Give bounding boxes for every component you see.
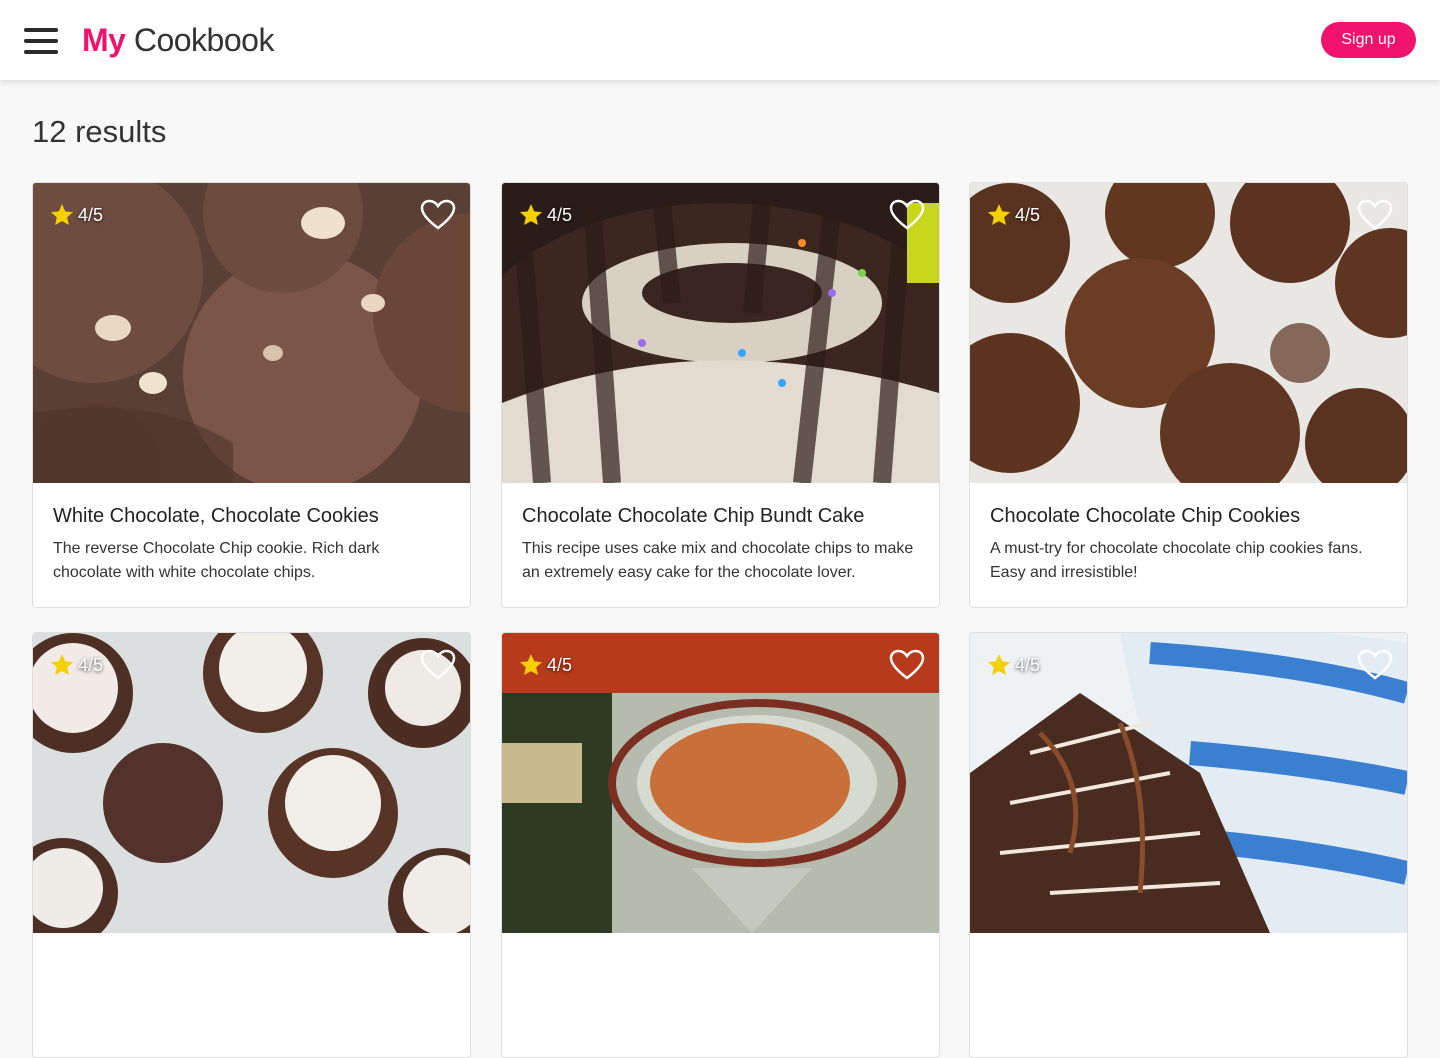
recipe-image: 4/5 [33,633,470,933]
sign-up-button[interactable]: Sign up [1321,22,1416,58]
recipe-image: 4/5 [970,183,1407,483]
hamburger-menu-icon[interactable] [24,28,58,54]
recipe-image: 4/5 [502,633,939,933]
star-icon [519,204,543,225]
recipe-description: This recipe uses cake mix and chocolate … [522,540,914,581]
rating-value: 4/5 [1015,204,1041,225]
top-bar: My Cookbook Sign up [0,0,1440,80]
heart-outline-icon[interactable] [420,649,456,681]
recipe-card[interactable]: 4/5 Chocolate Chocolate Chip Cookies A m… [969,182,1408,608]
recipe-image: 4/5 [970,633,1407,933]
rating-value: 4/5 [547,204,573,225]
recipe-card[interactable]: 4/5 Chocolate Chocolate Chip Bundt Cake … [501,182,940,608]
star-icon [519,654,543,675]
heart-outline-icon[interactable] [1357,649,1393,681]
star-icon [987,654,1011,675]
recipe-title[interactable]: Chocolate Chocolate Chip Cookies [990,503,1387,529]
recipe-description: A must-try for chocolate chocolate chip … [990,540,1363,581]
recipe-image: 4/5 [33,183,470,483]
rating-badge: 4/5 [49,201,103,229]
recipe-card[interactable]: 4/5 [32,632,471,1058]
rating-badge: 4/5 [986,651,1040,679]
recipe-title[interactable]: Chocolate Chocolate Chip Bundt Cake [522,503,919,529]
results-count: 12 results [32,114,167,149]
recipe-card[interactable]: 4/5 White Chocolate, Chocolate Cookies T… [32,182,471,608]
rating-value: 4/5 [1015,654,1041,675]
star-icon [50,204,74,225]
heart-outline-icon[interactable] [420,199,456,231]
recipe-description: The reverse Chocolate Chip cookie. Rich … [53,540,380,581]
rating-value: 4/5 [78,204,104,225]
heart-outline-icon[interactable] [1357,199,1393,231]
rating-value: 4/5 [547,654,573,675]
star-icon [987,204,1011,225]
recipe-title[interactable]: White Chocolate, Chocolate Cookies [53,503,450,529]
rating-badge: 4/5 [49,651,103,679]
heart-outline-icon[interactable] [889,649,925,681]
rating-value: 4/5 [78,654,104,675]
recipe-card[interactable]: 4/5 [501,632,940,1058]
recipe-card[interactable]: 4/5 [969,632,1408,1058]
rating-badge: 4/5 [518,201,572,229]
brand-logo[interactable]: My Cookbook [82,20,274,60]
rating-badge: 4/5 [986,201,1040,229]
rating-badge: 4/5 [518,651,572,679]
star-icon [50,654,74,675]
brand-name: Cookbook [125,22,275,58]
heart-outline-icon[interactable] [889,199,925,231]
brand-accent: My [82,22,126,58]
recipe-image: 4/5 [502,183,939,483]
